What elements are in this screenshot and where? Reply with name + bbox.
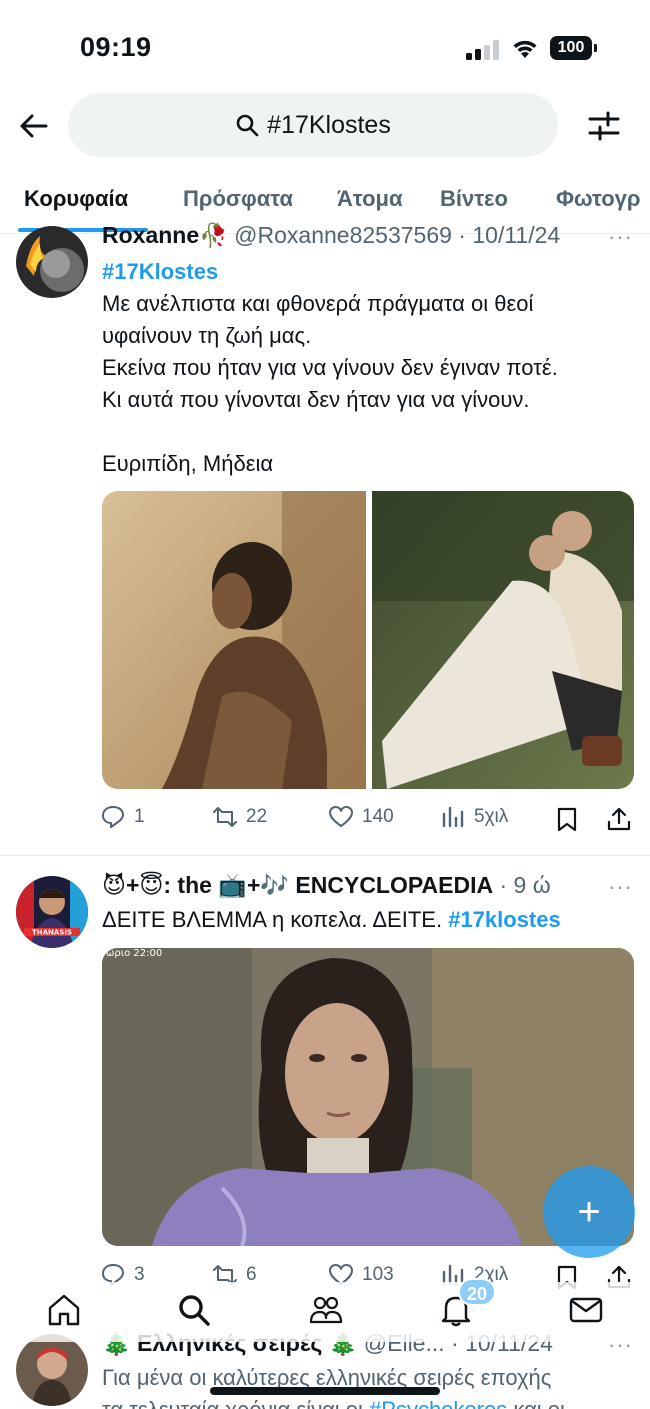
search-input[interactable]: #17Klostes [68,93,558,157]
tab-latest[interactable]: Πρόσφατα [183,186,293,212]
search-query: #17Klostes [267,110,391,139]
tweet-body: ΔΕΙΤΕ ΒΛΕΜΜΑ η κοπελα. ΔΕΙΤΕ. [102,907,443,932]
tab-top[interactable]: Κορυφαία [24,186,128,212]
tweet-line: Ευριπίδη, Μήδεια [102,451,274,476]
explore-search-icon[interactable] [176,1292,212,1328]
hashtag-link[interactable]: #17klostes [448,907,561,932]
avatar[interactable] [16,1334,88,1406]
cellular-signal-icon [466,40,499,60]
tweet-media-grid [102,491,634,789]
tweet-header: Roxanne🥀 @Roxanne82537569 · 10/11/24 [102,222,602,250]
tweet-time: · 9 ώ [499,872,551,898]
back-arrow-icon[interactable] [16,108,52,144]
status-time: 09:19 [80,32,152,62]
bookmark-icon[interactable] [554,806,580,832]
tab-photos[interactable]: Φωτογρ [556,186,641,212]
views-button[interactable]: 5χιλ [440,804,508,830]
communities-icon[interactable] [308,1292,344,1328]
plus-icon: + [577,1190,601,1234]
repost-button[interactable]: 22 [212,804,267,830]
more-options-icon[interactable]: ··· [608,874,633,900]
heart-icon [328,805,354,828]
filter-settings-icon[interactable] [586,108,622,144]
home-indicator[interactable] [210,1387,440,1395]
reply-icon [102,806,124,828]
tweet-line: υφαίνουν τη ζωή μας. [102,323,312,348]
tab-videos[interactable]: Βίντεο [440,186,508,212]
tweet-line: Κι αυτά που γίνονται δεν ήταν για να γίν… [102,387,530,412]
views-count: 5χιλ [474,806,509,827]
views-chart-icon [442,806,464,828]
tweet-line [102,416,632,448]
tweet-text: ΔΕΙΤΕ ΒΛΕΜΜΑ η κοπελα. ΔΕΙΤΕ. #17klostes [102,904,632,936]
like-count: 140 [362,806,394,827]
status-bar: 09:19 100 [0,0,650,90]
hashtag-link[interactable]: #Psychokoros [369,1397,507,1409]
tweet-text: #17Klostes Με ανέλπιστα και φθονερά πράγ… [102,256,632,480]
search-icon [236,114,259,137]
tweet-line-start: τα τελευταία χρόνια είναι οι [102,1397,369,1409]
share-icon[interactable] [606,806,632,832]
tweet-line: Εκείνα που ήταν για να γίνουν δεν έγιναν… [102,355,558,380]
reply-count: 1 [134,806,145,827]
tab-people[interactable]: Άτομα [337,186,403,212]
avatar[interactable]: THANASIS [16,876,88,948]
tweet-line: Με ανέλπιστα και φθονερά πράγματα οι θεο… [102,291,534,316]
home-icon[interactable] [46,1292,82,1328]
repost-icon [213,807,237,827]
more-options-icon[interactable]: ··· [608,224,633,250]
battery-icon: 100 [550,36,598,60]
repost-count: 22 [246,806,268,827]
tweet-text: Για μένα οι καλύτερες ελληνικές σειρές ε… [102,1362,642,1409]
tweet-line-end: και οι [507,1397,565,1409]
wifi-icon [513,40,537,58]
hashtag-link[interactable]: #17Klostes [102,256,632,288]
compose-button[interactable]: + [543,1166,635,1258]
battery-level: 100 [550,36,592,60]
tweet-line: τα τελευταία χρόνια είναι οι #Psychokoro… [102,1394,642,1409]
like-button[interactable]: 140 [328,804,394,830]
media-image-man-against-wall [102,491,366,789]
avatar-label: THANASIS [32,929,72,937]
author-name[interactable]: 😈+😇: the 📺+🎶 ENCYCLOPAEDIA [102,872,493,898]
tweet-actions: 1 22 140 5χιλ [100,804,640,834]
bottom-navigation: 20 [0,1278,650,1342]
media-overlay-text: ωριο 22:00 [106,948,162,959]
avatar[interactable] [16,226,88,298]
messages-envelope-icon[interactable] [568,1292,604,1328]
reply-button[interactable]: 1 [100,804,145,830]
tweet-roxanne[interactable]: Roxanne🥀 @Roxanne82537569 · 10/11/24 ···… [0,222,650,856]
tweet-header: 😈+😇: the 📺+🎶 ENCYCLOPAEDIA · 9 ώ [102,872,551,899]
media-image-couple-sitting [372,491,634,789]
author-handle-time: @Roxanne82537569 · 10/11/24 [234,222,561,248]
author-name[interactable]: Roxanne🥀 [102,222,228,248]
notifications-badge[interactable]: 20 [458,1278,496,1306]
